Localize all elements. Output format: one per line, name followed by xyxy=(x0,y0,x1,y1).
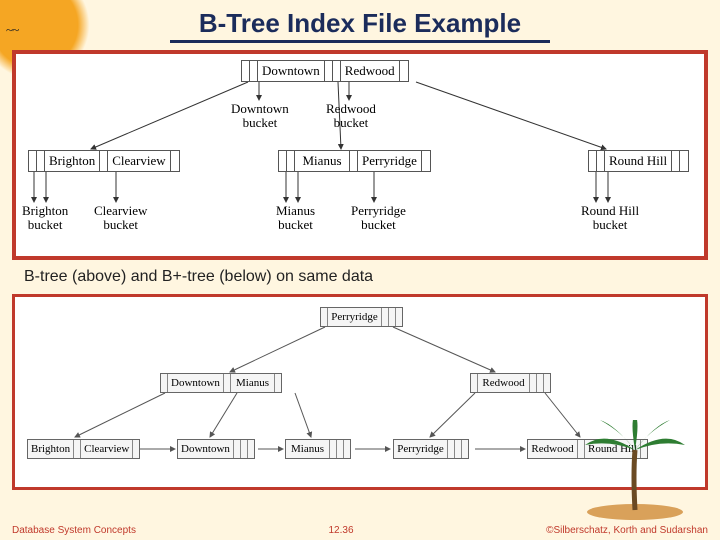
pointer-cell xyxy=(680,151,688,171)
pointer-cell xyxy=(37,151,45,171)
key-cell: Redwood xyxy=(341,61,400,81)
pointer-cell xyxy=(321,308,328,326)
pointer-cell xyxy=(74,440,81,458)
pointer-cell xyxy=(597,151,605,171)
pointer-cell xyxy=(333,61,341,81)
key-cell: Redwood xyxy=(478,374,530,392)
bucket-label: Perryridge bucket xyxy=(351,204,406,233)
footer: Database System Concepts 12.36 ©Silbersc… xyxy=(0,525,720,536)
pointer-cell xyxy=(455,440,462,458)
key-cell: Perryridge xyxy=(394,440,448,458)
key-cell: Downtown xyxy=(258,61,325,81)
pointer-cell xyxy=(641,440,647,458)
pointer-cell xyxy=(350,151,358,171)
btree-panel: Downtown Redwood Downtown bucket Redwood… xyxy=(12,50,708,260)
footer-left: Database System Concepts xyxy=(12,525,136,536)
bplus-panel: Perryridge Downtown Mianus Redwood Brigh… xyxy=(12,294,708,490)
pointer-cell xyxy=(537,374,544,392)
pointer-cell xyxy=(396,308,402,326)
bucket-label: Brighton bucket xyxy=(22,204,68,233)
bplus-leaf-node: Perryridge xyxy=(393,439,469,459)
bucket-label: Redwood bucket xyxy=(326,102,376,131)
pointer-cell xyxy=(171,151,179,171)
btree-leaf-node: Round Hill xyxy=(588,150,689,172)
pointer-cell xyxy=(234,440,241,458)
bucket-label: Round Hill bucket xyxy=(581,204,639,233)
pointer-cell xyxy=(241,440,248,458)
caption-text: B-tree (above) and B+-tree (below) on sa… xyxy=(24,268,373,286)
pointer-cell xyxy=(248,440,254,458)
pointer-cell xyxy=(344,440,350,458)
key-cell: Downtown xyxy=(168,374,224,392)
bucket-label: Downtown bucket xyxy=(231,102,289,131)
slide-title: B-Tree Index File Example xyxy=(0,8,720,39)
key-cell: Mianus xyxy=(295,151,350,171)
key-cell: Round Hill xyxy=(585,440,641,458)
pointer-cell xyxy=(400,61,408,81)
key-cell: Mianus xyxy=(286,440,330,458)
pointer-cell xyxy=(389,308,396,326)
pointer-cell xyxy=(462,440,468,458)
pointer-cell xyxy=(589,151,597,171)
pointer-cell xyxy=(275,374,281,392)
bplus-leaf-node: Downtown xyxy=(177,439,255,459)
key-cell: Downtown xyxy=(178,440,234,458)
btree-leaf-node: Brighton Clearview xyxy=(28,150,180,172)
pointer-cell xyxy=(530,374,537,392)
btree-leaf-node: Mianus Perryridge xyxy=(278,150,431,172)
key-cell: Brighton xyxy=(28,440,74,458)
bplus-leaf-node: Brighton Clearview xyxy=(27,439,140,459)
key-cell: Clearview xyxy=(81,440,133,458)
pointer-cell xyxy=(279,151,287,171)
pointer-cell xyxy=(422,151,430,171)
pointer-cell xyxy=(672,151,680,171)
pointer-cell xyxy=(224,374,231,392)
bplus-leaf-node: Redwood Round Hill xyxy=(527,439,648,459)
pointer-cell xyxy=(337,440,344,458)
bplus-leaf-node: Mianus xyxy=(285,439,351,459)
key-cell: Brighton xyxy=(45,151,100,171)
pointer-cell xyxy=(544,374,550,392)
pointer-cell xyxy=(250,61,258,81)
key-cell: Clearview xyxy=(108,151,170,171)
key-cell: Perryridge xyxy=(328,308,382,326)
bucket-label: Clearview bucket xyxy=(94,204,147,233)
pointer-cell xyxy=(578,440,585,458)
pointer-cell xyxy=(382,308,389,326)
bucket-label: Mianus bucket xyxy=(276,204,315,233)
key-cell: Redwood xyxy=(528,440,578,458)
key-cell: Mianus xyxy=(231,374,275,392)
footer-right: ©Silberschatz, Korth and Sudarshan xyxy=(546,525,708,536)
pointer-cell xyxy=(325,61,333,81)
bplus-root-node: Perryridge xyxy=(320,307,403,327)
key-cell: Round Hill xyxy=(605,151,672,171)
bplus-internal-node: Redwood xyxy=(470,373,551,393)
pointer-cell xyxy=(133,440,139,458)
pointer-cell xyxy=(448,440,455,458)
footer-mid: 12.36 xyxy=(329,525,354,536)
pointer-cell xyxy=(330,440,337,458)
pointer-cell xyxy=(161,374,168,392)
bplus-internal-node: Downtown Mianus xyxy=(160,373,282,393)
title-underline xyxy=(170,40,550,43)
btree-root-node: Downtown Redwood xyxy=(241,60,409,82)
pointer-cell xyxy=(242,61,250,81)
pointer-cell xyxy=(287,151,295,171)
key-cell: Perryridge xyxy=(358,151,422,171)
pointer-cell xyxy=(100,151,108,171)
pointer-cell xyxy=(471,374,478,392)
pointer-cell xyxy=(29,151,37,171)
